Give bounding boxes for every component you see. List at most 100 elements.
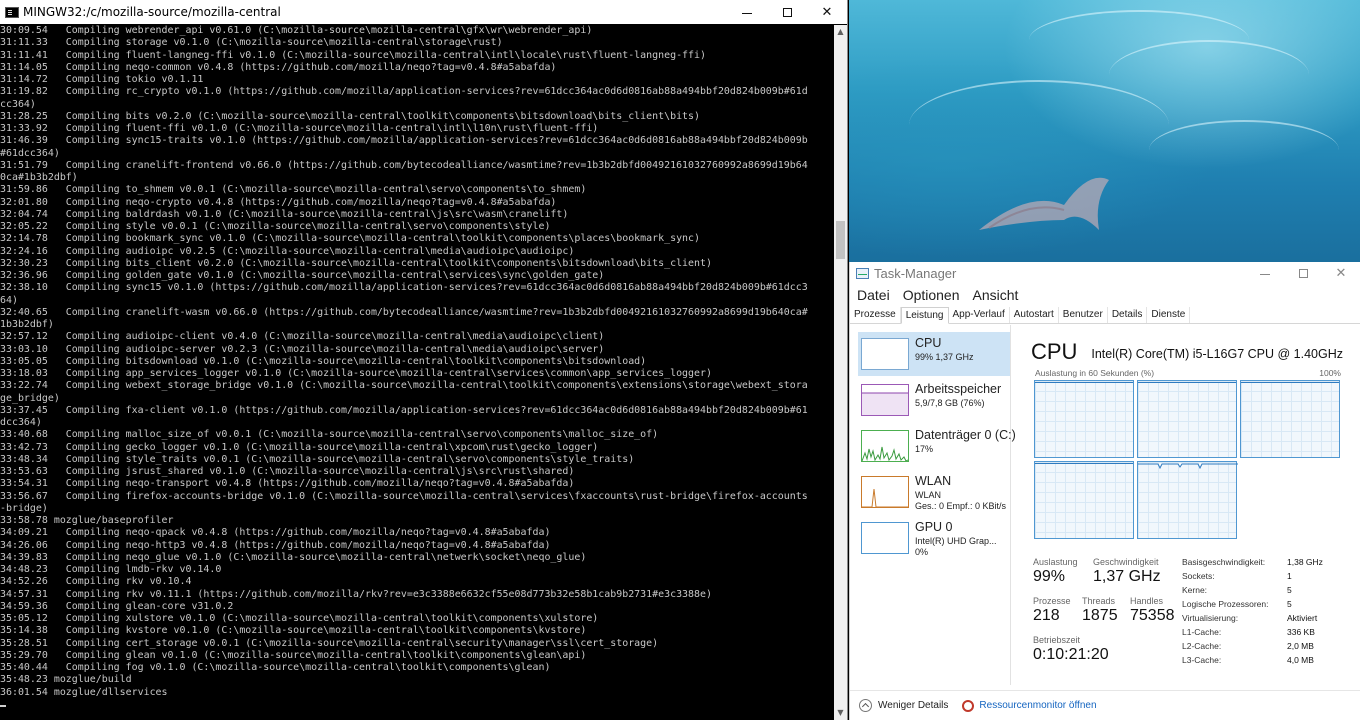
spec-value: 4,0 MB	[1287, 655, 1314, 665]
terminal-line: 31:11.33 Compiling storage v0.1.0 (C:\mo…	[0, 37, 503, 49]
resource-name: GPU 0	[915, 520, 953, 534]
terminal-window[interactable]: MINGW32:/c/mozilla-source/mozilla-centra…	[0, 0, 848, 720]
cpu-core-graphs[interactable]	[1034, 380, 1344, 540]
resource-item-wlan[interactable]: WLAN WLAN Ges.: 0 Empf.: 0 KBit/s	[858, 470, 1010, 514]
terminal-line: 34:57.31 Compiling rkv v0.11.1 (https://…	[0, 588, 712, 600]
resource-item-memory[interactable]: Arbeitsspeicher 5,9/7,8 GB (76%)	[858, 378, 1010, 422]
gpu-graph-icon	[861, 522, 909, 554]
resource-item-disk[interactable]: Datenträger 0 (C:) 17%	[858, 424, 1016, 468]
terminal-line: 33:48.34 Compiling style_traits v0.0.1 (…	[0, 453, 635, 465]
task-manager-window[interactable]: Task-Manager ✕ Datei Optionen Ansicht Pr…	[849, 262, 1360, 720]
cpu-stats: Auslastung 99% Geschwindigkeit 1,37 GHz …	[1033, 557, 1353, 687]
resource-item-cpu[interactable]: CPU 99% 1,37 GHz	[858, 332, 1010, 376]
core-graph	[1034, 461, 1134, 539]
resource-name: Datenträger 0 (C:)	[915, 428, 1016, 442]
scroll-up-icon[interactable]: ▲	[834, 25, 847, 39]
spec-value: 1	[1287, 571, 1292, 581]
terminal-app-icon	[5, 6, 19, 18]
terminal-titlebar[interactable]: MINGW32:/c/mozilla-source/mozilla-centra…	[0, 0, 847, 24]
scroll-down-icon[interactable]: ▼	[834, 706, 847, 720]
maximize-icon	[1298, 268, 1308, 278]
terminal-line: 35:05.12 Compiling xulstore v0.1.0 (C:\m…	[0, 613, 599, 624]
terminal-line: dcc364)	[0, 417, 42, 428]
close-button[interactable]: ✕	[1322, 262, 1360, 284]
open-resource-monitor-link[interactable]: Ressourcenmonitor öffnen	[979, 700, 1096, 711]
terminal-line: 31:46.39 Compiling sync15-traits v0.1.0 …	[0, 135, 808, 147]
spec-label: Logische Prozessoren:	[1182, 599, 1269, 609]
terminal-line: 32:14.78 Compiling bookmark_sync v0.1.0 …	[0, 233, 700, 245]
tab-leistung[interactable]: Leistung	[900, 307, 949, 324]
speed-label: Geschwindigkeit	[1093, 557, 1159, 567]
maximize-button[interactable]	[1284, 262, 1322, 284]
terminal-line: 32:38.10 Compiling sync15 v0.1.0 (https:…	[0, 282, 808, 294]
resource-name: Arbeitsspeicher	[915, 382, 1002, 396]
terminal-line: 32:04.74 Compiling baldrdash v0.1.0 (C:\…	[0, 208, 569, 220]
spec-value: 1,38 GHz	[1287, 557, 1323, 567]
terminal-line: 32:01.80 Compiling neqo-crypto v0.4.8 (h…	[0, 196, 557, 208]
graph-max-label: 100%	[1319, 368, 1341, 378]
close-icon: ✕	[1335, 265, 1347, 281]
terminal-line: 33:58.78 mozglue/baseprofiler	[0, 515, 174, 526]
tab-details[interactable]: Details	[1108, 307, 1148, 323]
terminal-line: 31:51.79 Compiling cranelift-frontend v0…	[0, 159, 808, 171]
terminal-line: 32:24.16 Compiling audioipc v0.2.5 (C:\m…	[0, 245, 575, 257]
terminal-line: 32:40.65 Compiling cranelift-wasm v0.66.…	[0, 306, 808, 318]
terminal-output[interactable]: 30:09.54 Compiling webrender_api v0.61.0…	[0, 25, 834, 720]
task-manager-titlebar[interactable]: Task-Manager ✕	[850, 262, 1360, 284]
tab-app-verlauf[interactable]: App-Verlauf	[949, 307, 1010, 323]
resource-detail-2: 0%	[915, 547, 929, 557]
resource-item-gpu[interactable]: GPU 0 Intel(R) UHD Grap... 0%	[858, 516, 1010, 560]
threads-label: Threads	[1082, 596, 1116, 606]
maximize-button[interactable]	[767, 0, 807, 24]
cpu-graph-icon	[861, 338, 909, 370]
tab-prozesse[interactable]: Prozesse	[850, 307, 901, 323]
minimize-icon	[1260, 273, 1270, 275]
terminal-line: 33:05.05 Compiling bitsdownload v0.1.0 (…	[0, 355, 647, 367]
close-icon: ✕	[821, 4, 833, 20]
terminal-line: 33:18.03 Compiling app_services_logger v…	[0, 368, 712, 379]
tab-autostart[interactable]: Autostart	[1010, 307, 1059, 323]
resource-monitor-icon[interactable]	[962, 699, 975, 712]
handles-value: 75358	[1130, 607, 1175, 624]
minimize-button[interactable]	[1246, 262, 1284, 284]
terminal-line: 34:59.36 Compiling glean-core v31.0.2	[0, 600, 234, 612]
terminal-line: 32:05.22 Compiling style v0.0.1 (C:\mozi…	[0, 221, 551, 232]
menu-datei[interactable]: Datei	[850, 286, 896, 304]
terminal-line: 32:36.96 Compiling golden_gate v0.1.0 (C…	[0, 270, 605, 281]
minimize-icon	[742, 12, 752, 14]
processes-label: Prozesse	[1033, 596, 1071, 606]
terminal-line: 35:29.70 Compiling glean v0.1.0 (C:\mozi…	[0, 649, 587, 661]
spec-label: L3-Cache:	[1182, 655, 1222, 665]
scrollbar-thumb[interactable]	[836, 221, 845, 259]
terminal-line: -bridge)	[0, 502, 48, 514]
terminal-line: 31:28.25 Compiling bits v0.2.0 (C:\mozil…	[0, 110, 700, 122]
terminal-line: 35:14.38 Compiling kvstore v0.1.0 (C:\mo…	[0, 625, 587, 637]
minimize-button[interactable]	[727, 0, 767, 24]
menu-optionen[interactable]: Optionen	[896, 286, 966, 304]
utilization-value: 99%	[1033, 568, 1066, 585]
terminal-line: 64)	[0, 294, 18, 306]
terminal-line: ge_bridge)	[0, 392, 60, 404]
resource-detail-2: Ges.: 0 Empf.: 0 KBit/s	[915, 501, 1007, 511]
terminal-line: #61dcc364)	[0, 147, 60, 159]
water-ripple	[1149, 120, 1339, 180]
spec-label: Sockets:	[1182, 571, 1215, 581]
menu-ansicht[interactable]: Ansicht	[966, 286, 1025, 304]
tab-benutzer[interactable]: Benutzer	[1059, 307, 1108, 323]
resource-detail: 99% 1,37 GHz	[915, 352, 974, 362]
close-button[interactable]: ✕	[807, 0, 847, 24]
terminal-line: 36:01.54 mozglue/dllservices	[0, 686, 168, 698]
graph-caption: Auslastung in 60 Sekunden (%)	[1035, 368, 1155, 378]
terminal-line: 31:33.92 Compiling fluent-ffi v0.1.0 (C:…	[0, 123, 599, 134]
spec-label: L2-Cache:	[1182, 641, 1222, 651]
memory-graph-icon	[861, 384, 909, 416]
chevron-up-icon[interactable]	[859, 699, 872, 712]
terminal-scrollbar[interactable]: ▲ ▼	[834, 25, 847, 720]
fewer-details-button[interactable]: Weniger Details	[878, 700, 948, 711]
terminal-line: 30:09.54 Compiling webrender_api v0.61.0…	[0, 25, 593, 36]
terminal-line: 33:54.31 Compiling neqo-transport v0.4.8…	[0, 478, 575, 490]
core-graph	[1137, 380, 1237, 458]
spec-label: Basisgeschwindigkeit:	[1182, 557, 1266, 567]
tab-dienste[interactable]: Dienste	[1147, 307, 1191, 323]
cpu-panel: CPU Intel(R) Core(TM) i5-L16G7 CPU @ 1.4…	[1020, 325, 1360, 685]
